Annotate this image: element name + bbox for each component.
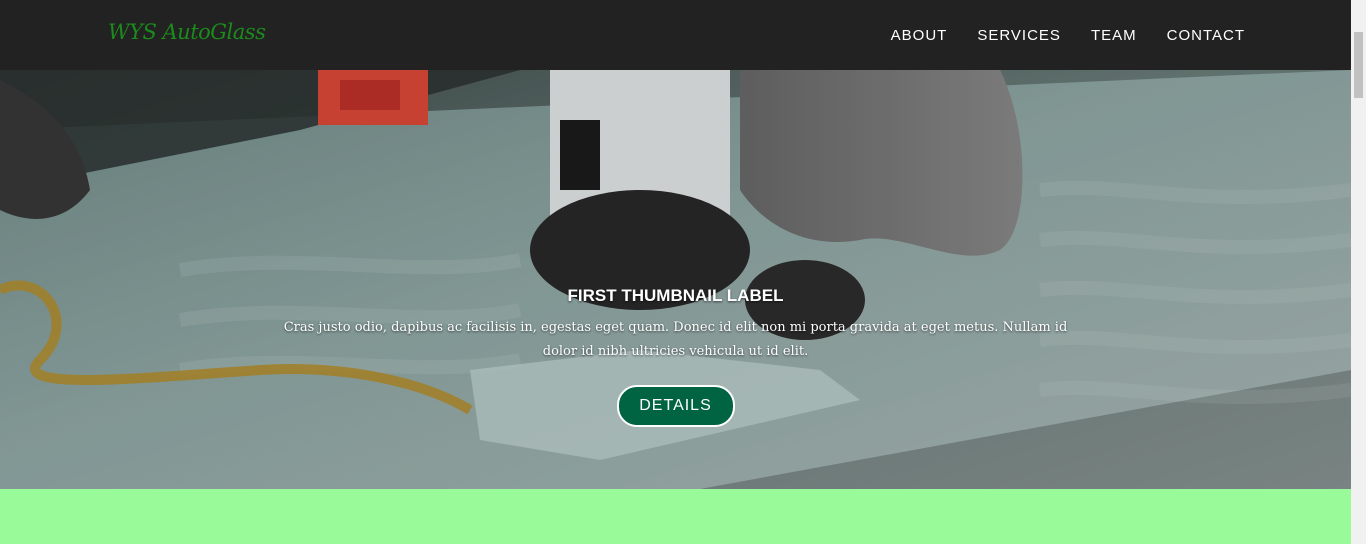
brand-logo[interactable]: WYS AutoGlass [108,20,266,44]
page: WYS AutoGlass ABOUT SERVICES TEAM CONTAC… [0,0,1366,544]
nav-link-team[interactable]: TEAM [1091,27,1137,44]
nav-link-contact[interactable]: CONTACT [1167,27,1245,44]
green-section [0,489,1351,544]
scrollbar-thumb[interactable] [1354,32,1363,98]
nav-links: ABOUT SERVICES TEAM CONTACT [861,0,1245,70]
scrollbar[interactable] [1351,0,1366,544]
caption-title: FIRST THUMBNAIL LABEL [567,286,784,305]
nav-link-services[interactable]: SERVICES [977,27,1061,44]
hero-section: FIRST THUMBNAIL LABEL Cras justo odio, d… [0,70,1351,489]
details-button[interactable]: DETAILS [616,385,735,427]
caption-text: Cras justo odio, dapibus ac facilisis in… [283,320,1068,359]
hero-caption: FIRST THUMBNAIL LABEL Cras justo odio, d… [0,286,1351,427]
navbar: WYS AutoGlass ABOUT SERVICES TEAM CONTAC… [0,0,1351,70]
nav-link-about[interactable]: ABOUT [891,27,948,44]
